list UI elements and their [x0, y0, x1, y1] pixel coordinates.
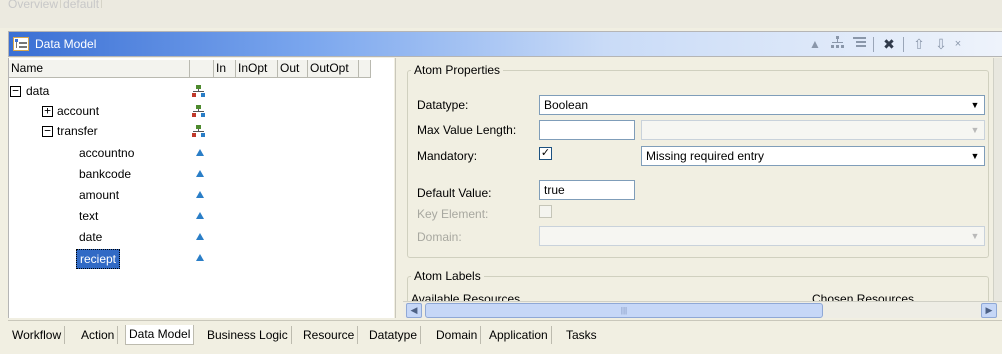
tree-item-label: reciept — [76, 249, 121, 269]
pane-splitter[interactable] — [395, 58, 403, 318]
column-header-out[interactable]: Out — [278, 60, 308, 78]
tree-item-label: bankcode — [79, 167, 132, 181]
datatype-value: Boolean — [544, 98, 589, 112]
data-model-tree: Name In InOpt Out OutOpt − data + accoun… — [8, 58, 394, 318]
tree-row[interactable]: accountno — [9, 144, 389, 164]
tab-data-model[interactable]: Data Model — [125, 325, 195, 345]
mandatory-checkbox[interactable]: ✓ — [539, 147, 552, 160]
domain-label: Domain: — [417, 230, 462, 244]
tree-structure-icon[interactable] — [829, 36, 845, 52]
atom-labels-title: Atom Labels — [411, 269, 484, 283]
tab-domain[interactable]: Domain — [433, 326, 482, 344]
default-value-input[interactable]: true — [539, 180, 635, 200]
structure-icon — [192, 105, 205, 117]
tree-row[interactable]: text — [9, 207, 389, 227]
arrow-down-icon[interactable]: ⇩ — [933, 36, 949, 52]
structure-icon — [192, 85, 205, 97]
tree-row[interactable]: date — [9, 228, 389, 248]
bottom-tab-bar: Workflow Action Data Model Business Logi… — [8, 320, 1002, 354]
datatype-label: Datatype: — [417, 98, 469, 112]
panel-title: Data Model — [35, 37, 97, 51]
scroll-right-icon[interactable]: ▶ — [981, 303, 997, 318]
toolbar-separator — [873, 37, 874, 52]
max-value-length-label: Max Value Length: — [417, 123, 517, 137]
column-header-in[interactable]: In — [214, 60, 236, 78]
tree-row[interactable]: + account — [9, 102, 389, 122]
tree-row[interactable]: − data — [9, 82, 389, 102]
tab-application[interactable]: Application — [486, 326, 552, 344]
datatype-select[interactable]: Boolean ▼ — [539, 95, 985, 115]
column-header-outopt[interactable]: OutOpt — [308, 60, 359, 78]
tree-row-selected[interactable]: reciept — [9, 249, 389, 269]
mandatory-label: Mandatory: — [417, 149, 478, 163]
max-value-length-input[interactable] — [539, 120, 635, 140]
tree-item-label: transfer — [57, 124, 98, 138]
chosen-resources-label: Chosen Resources — [812, 292, 915, 301]
tree-row[interactable]: amount — [9, 186, 389, 206]
mandatory-message-value: Missing required entry — [646, 149, 765, 163]
collapse-icon[interactable]: − — [42, 125, 53, 137]
atom-icon — [196, 170, 204, 177]
chevron-down-icon[interactable]: ▼ — [967, 148, 983, 164]
atom-icon — [196, 212, 204, 219]
tab-resource[interactable]: Resource — [300, 326, 359, 344]
tree-row[interactable]: − transfer — [9, 122, 389, 142]
tree-item-label: data — [26, 84, 50, 98]
editor-tab-strip: Overview default — [0, 0, 1002, 28]
column-header-inopt[interactable]: InOpt — [236, 60, 278, 78]
atom-icon — [196, 254, 204, 261]
tab-overview[interactable]: Overview — [6, 0, 62, 10]
atom-icon — [196, 149, 204, 156]
properties-horizontal-scrollbar[interactable]: ◀ ||| ▶ — [403, 301, 1002, 318]
tab-business-logic[interactable]: Business Logic — [204, 326, 292, 344]
mandatory-message-select[interactable]: Missing required entry ▼ — [641, 146, 985, 166]
scroll-left-icon[interactable]: ◀ — [406, 303, 422, 318]
key-element-label: Key Element: — [417, 207, 489, 221]
column-header-filler — [359, 60, 371, 78]
chevron-down-icon[interactable]: ▼ — [967, 97, 983, 113]
editor-tabs: Overview default — [6, 0, 103, 13]
data-model-icon — [13, 37, 29, 51]
chevron-down-icon: ▼ — [967, 228, 983, 244]
tree-item-label: accountno — [79, 146, 135, 160]
available-resources-label: Available Resources — [411, 292, 521, 301]
tree-item-label: date — [79, 230, 103, 244]
collapse-icon[interactable]: − — [10, 85, 21, 97]
structure-icon — [192, 125, 205, 137]
close-icon[interactable]: × — [953, 36, 963, 52]
default-value-label: Default Value: — [417, 186, 492, 200]
atom-icon — [196, 233, 204, 240]
properties-vertical-scrollbar[interactable] — [993, 58, 1002, 301]
properties-pane: Atom Properties Datatype: Boolean ▼ Max … — [403, 58, 993, 301]
tab-workflow[interactable]: Workflow — [9, 326, 66, 344]
list-indent-icon[interactable] — [851, 36, 867, 52]
chevron-down-icon: ▼ — [967, 122, 983, 138]
tab-action[interactable]: Action — [78, 326, 119, 344]
toolbar-separator — [903, 37, 904, 52]
column-header-name[interactable]: Name — [9, 60, 190, 78]
data-model-titlebar: Data Model ▲ ✖ ⇧ ⇩ × — [8, 31, 1002, 57]
arrow-up-icon[interactable]: ⇧ — [911, 36, 927, 52]
tree-item-label: text — [79, 209, 99, 223]
expand-icon[interactable]: + — [42, 105, 53, 117]
max-value-unit-select: ▼ — [641, 120, 985, 140]
column-header-spacer — [190, 60, 214, 78]
key-element-checkbox — [539, 205, 552, 218]
scrollbar-thumb[interactable]: ||| — [425, 303, 823, 318]
tree-item-label: account — [57, 104, 100, 118]
delete-icon[interactable]: ✖ — [881, 36, 897, 52]
atom-properties-title: Atom Properties — [411, 63, 504, 77]
tree-row[interactable]: bankcode — [9, 165, 389, 185]
tree-item-label: amount — [79, 188, 120, 202]
tab-datatype[interactable]: Datatype — [366, 326, 422, 344]
up-triangle-icon[interactable]: ▲ — [807, 36, 823, 52]
tab-default[interactable]: default — [61, 0, 103, 10]
domain-select: ▼ — [539, 226, 985, 246]
atom-icon — [196, 191, 204, 198]
tab-tasks[interactable]: Tasks — [563, 326, 600, 344]
